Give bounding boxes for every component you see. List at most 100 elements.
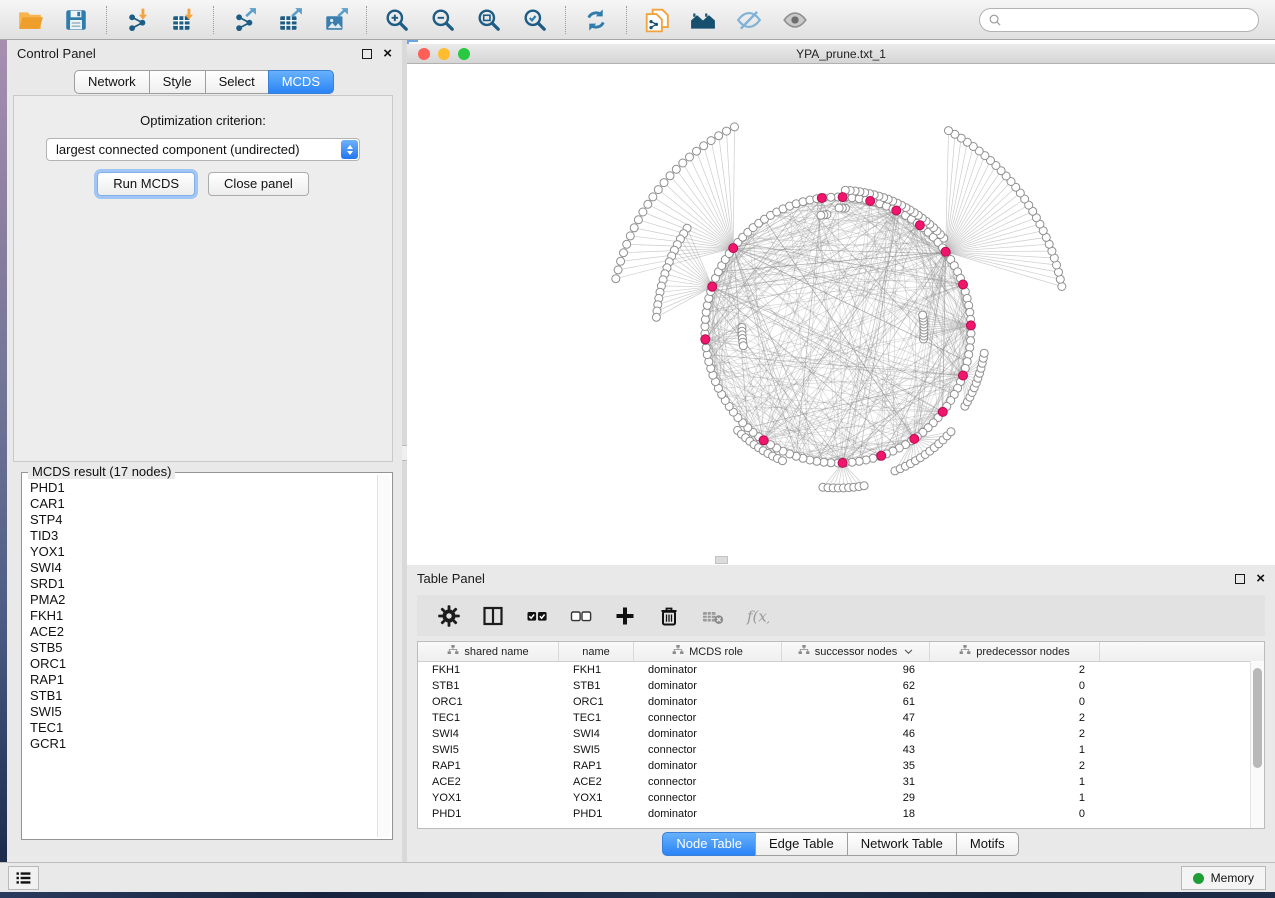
status-bar: Memory — [0, 862, 1275, 892]
zoom-fit-icon[interactable] — [474, 5, 504, 35]
open-icon[interactable] — [15, 5, 45, 35]
mcds-result-item: ORC1 — [30, 656, 370, 672]
cell-mcds_role: dominator — [634, 728, 782, 740]
column-header-name[interactable]: name — [559, 642, 634, 661]
cell-shared_name: FKH1 — [418, 664, 559, 676]
cell-name: SWI5 — [559, 744, 634, 756]
control-panel-float-button[interactable] — [362, 49, 372, 59]
tab-network-table[interactable]: Network Table — [847, 832, 957, 856]
columns-icon[interactable] — [471, 598, 515, 634]
zoom-in-icon[interactable] — [382, 5, 412, 35]
table-row[interactable]: PHD1PHD1dominator180 — [418, 806, 1264, 822]
tab-network[interactable]: Network — [74, 70, 150, 94]
import-table-icon[interactable] — [168, 5, 198, 35]
column-header-MCDS-role[interactable]: MCDS role — [634, 642, 782, 661]
show-details-icon[interactable] — [780, 5, 810, 35]
column-header-successor-nodes[interactable]: successor nodes — [782, 642, 930, 661]
table-row[interactable]: SWI5SWI5connector431 — [418, 742, 1264, 758]
mcds-result-item: STB5 — [30, 640, 370, 656]
cell-shared_name: YOX1 — [418, 792, 559, 804]
table-row[interactable]: FKH1FKH1dominator962 — [418, 662, 1264, 678]
control-panel-close-button[interactable]: × — [383, 46, 392, 61]
cell-name: RAP1 — [559, 760, 634, 772]
clone-network-icon[interactable] — [642, 5, 672, 35]
window-minimize-icon[interactable] — [438, 48, 450, 60]
column-header-predecessor-nodes[interactable]: predecessor nodes — [930, 642, 1100, 661]
zoom-out-icon[interactable] — [428, 5, 458, 35]
cell-successor_nodes: 62 — [782, 680, 930, 692]
export-network-icon[interactable] — [229, 5, 259, 35]
table-panel-tabs: Node TableEdge TableNetwork TableMotifs — [407, 832, 1275, 856]
cell-mcds_role: connector — [634, 712, 782, 724]
import-network-icon[interactable] — [122, 5, 152, 35]
tab-motifs[interactable]: Motifs — [956, 832, 1019, 856]
table-row[interactable]: YOX1YOX1connector291 — [418, 790, 1264, 806]
table-scrollbar[interactable] — [1250, 661, 1264, 828]
tab-node-table[interactable]: Node Table — [662, 832, 756, 856]
hide-details-icon[interactable] — [734, 5, 764, 35]
attribute-type-icon — [959, 645, 971, 658]
cell-shared_name: SWI5 — [418, 744, 559, 756]
tab-style[interactable]: Style — [149, 70, 206, 94]
show-panels-list-button[interactable] — [8, 866, 39, 890]
export-image-icon[interactable] — [321, 5, 351, 35]
optimization-criterion-dropdown[interactable]: largest connected component (undirected) — [46, 138, 360, 161]
search-input[interactable] — [1008, 12, 1251, 28]
tab-mcds[interactable]: MCDS — [268, 70, 334, 94]
table-panel-close-button[interactable]: × — [1256, 571, 1265, 586]
mcds-result-scrollbar[interactable] — [377, 475, 390, 837]
table-panel-float-button[interactable] — [1235, 574, 1245, 584]
mcds-result-item: SWI4 — [30, 560, 370, 576]
table-scrollbar-thumb[interactable] — [1253, 668, 1262, 768]
cell-shared_name: STB1 — [418, 680, 559, 692]
cell-name: TEC1 — [559, 712, 634, 724]
cell-name: YOX1 — [559, 792, 634, 804]
close-panel-button[interactable]: Close panel — [208, 172, 309, 196]
table-panel-title: Table Panel — [417, 571, 485, 586]
cell-mcds_role: dominator — [634, 760, 782, 772]
cell-predecessor_nodes: 0 — [930, 696, 1100, 708]
add-row-icon[interactable] — [603, 598, 647, 634]
column-header-shared-name[interactable]: shared name — [418, 642, 559, 661]
table-row[interactable]: ORC1ORC1dominator610 — [418, 694, 1264, 710]
table-row[interactable]: SWI4SWI4dominator462 — [418, 726, 1264, 742]
tab-select[interactable]: Select — [205, 70, 269, 94]
mcds-result-list[interactable]: PHD1CAR1STP4TID3YOX1SWI4SRD1PMA2FKH1ACE2… — [26, 478, 374, 835]
zoom-selected-icon[interactable] — [520, 5, 550, 35]
network-graph-canvas[interactable] — [407, 64, 1275, 560]
memory-button[interactable]: Memory — [1181, 866, 1266, 890]
search-field[interactable] — [979, 8, 1259, 32]
delete-row-icon[interactable] — [647, 598, 691, 634]
delete-table-icon — [691, 598, 735, 634]
apply-layout-icon[interactable] — [581, 5, 611, 35]
table-row[interactable]: TEC1TEC1connector472 — [418, 710, 1264, 726]
cell-shared_name: ORC1 — [418, 696, 559, 708]
table-row[interactable]: STB1STB1dominator620 — [418, 678, 1264, 694]
attribute-type-icon — [672, 645, 684, 658]
deselect-all-icon[interactable] — [559, 598, 603, 634]
cell-successor_nodes: 46 — [782, 728, 930, 740]
window-zoom-icon[interactable] — [458, 48, 470, 60]
settings-icon[interactable] — [427, 598, 471, 634]
cell-shared_name: RAP1 — [418, 760, 559, 772]
mcds-result-item: YOX1 — [30, 544, 370, 560]
table-row[interactable]: RAP1RAP1dominator352 — [418, 758, 1264, 774]
select-all-icon[interactable] — [515, 598, 559, 634]
first-neighbors-icon[interactable] — [688, 5, 718, 35]
node-table-body: FKH1FKH1dominator962STB1STB1dominator620… — [418, 662, 1264, 822]
attribute-type-icon — [798, 645, 810, 658]
save-icon[interactable] — [61, 5, 91, 35]
run-mcds-button[interactable]: Run MCDS — [97, 172, 195, 196]
table-row[interactable]: ACE2ACE2connector311 — [418, 774, 1264, 790]
column-header-filler — [1100, 642, 1264, 661]
mcds-result-item: TEC1 — [30, 720, 370, 736]
export-table-icon[interactable] — [275, 5, 305, 35]
desktop-wallpaper-bottom — [0, 892, 1275, 898]
function-icon: f(x) — [735, 598, 779, 634]
tab-edge-table[interactable]: Edge Table — [755, 832, 848, 856]
cell-mcds_role: connector — [634, 792, 782, 804]
window-close-icon[interactable] — [418, 48, 430, 60]
horizontal-splitter-handle[interactable] — [715, 556, 728, 564]
cell-name: FKH1 — [559, 664, 634, 676]
cell-shared_name: TEC1 — [418, 712, 559, 724]
